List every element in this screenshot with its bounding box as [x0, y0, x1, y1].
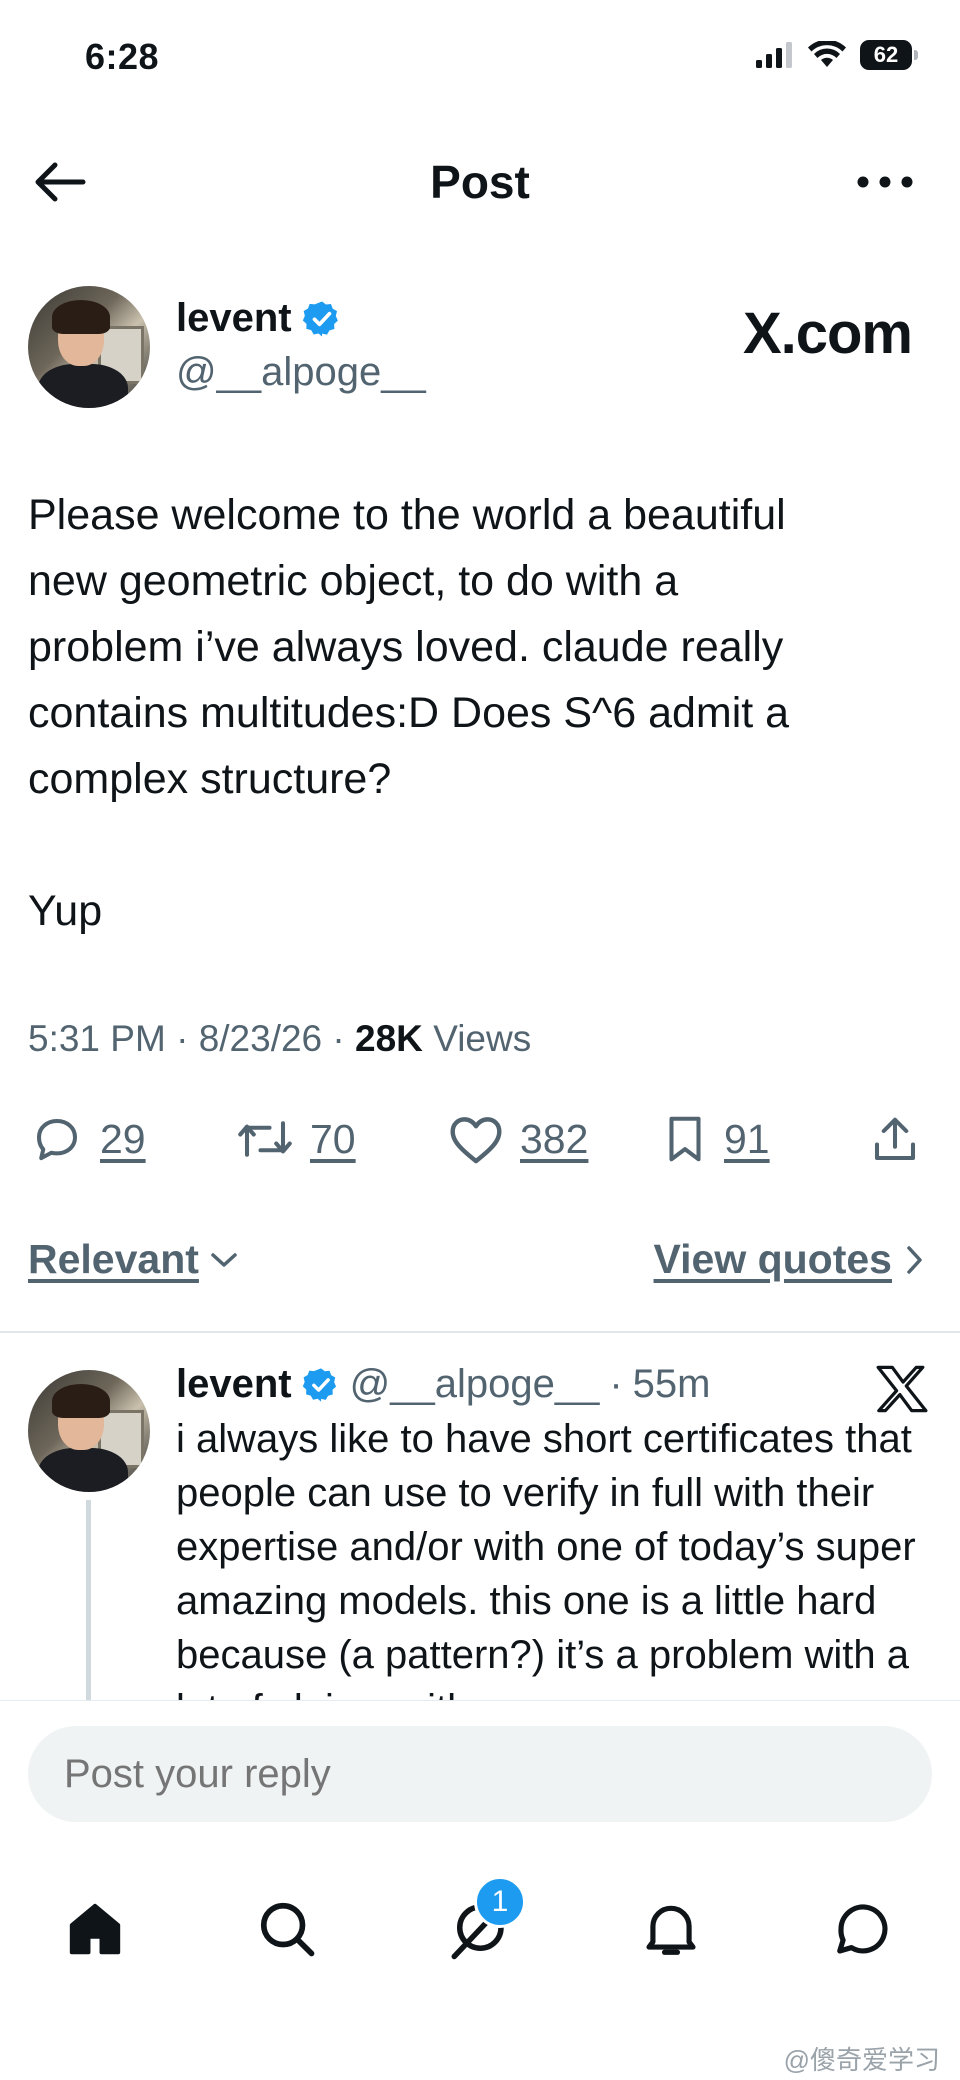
reply-icon — [36, 1118, 78, 1161]
home-icon — [69, 1903, 121, 1955]
post-meta: 5:31 PM · 8/23/26 · 28K Views — [28, 1018, 531, 1060]
more-icon — [857, 176, 913, 188]
reply-button[interactable]: 29 — [28, 1112, 146, 1166]
reply-count[interactable]: 29 — [100, 1116, 146, 1163]
reply-author-handle[interactable]: @__alpoge__ — [350, 1362, 600, 1407]
wifi-icon — [808, 41, 846, 67]
meta-separator: · — [332, 1018, 356, 1059]
meta-separator: · — [609, 1362, 623, 1406]
status-time: 6:28 — [85, 36, 160, 77]
reply-avatar[interactable] — [28, 1370, 150, 1492]
sort-label[interactable]: Relevant — [28, 1236, 199, 1283]
share-icon — [874, 1117, 916, 1161]
share-button[interactable] — [868, 1112, 922, 1168]
author-handle[interactable]: @__alpoge__ — [176, 350, 426, 395]
reply-age[interactable]: 55m — [633, 1362, 711, 1407]
reply-header[interactable]: levent @__alpoge__ · 55m — [176, 1362, 710, 1407]
divider — [0, 1331, 960, 1333]
x-logo-icon — [876, 1364, 928, 1419]
sort-dropdown[interactable]: Relevant — [28, 1236, 239, 1283]
post-time[interactable]: 5:31 PM — [28, 1018, 166, 1059]
bookmark-button[interactable]: 91 — [660, 1112, 770, 1166]
post-date[interactable]: 8/23/26 — [199, 1018, 322, 1059]
messages-badge: 1 — [474, 1876, 526, 1928]
views-label[interactable]: Views — [433, 1018, 531, 1059]
messages-icon — [837, 1904, 888, 1954]
nav-messages[interactable] — [818, 1884, 908, 1974]
nav-grok[interactable]: 1 — [434, 1876, 526, 1974]
xcom-watermark: X.com — [742, 301, 913, 366]
bell-icon — [646, 1905, 696, 1955]
author-name-row[interactable]: levent — [176, 296, 342, 341]
reply-input[interactable] — [28, 1726, 932, 1822]
views-count[interactable]: 28K — [355, 1018, 423, 1059]
search-icon — [260, 1902, 315, 1957]
back-arrow-icon — [35, 162, 86, 202]
bookmark-icon — [669, 1116, 701, 1162]
status-icons: 62 — [756, 40, 918, 70]
view-quotes-link[interactable]: View quotes — [654, 1236, 924, 1283]
like-button[interactable]: 382 — [446, 1112, 588, 1166]
chevron-right-icon — [907, 1245, 922, 1274]
author-name[interactable]: levent — [176, 296, 292, 341]
verified-icon — [302, 301, 338, 336]
chevron-down-icon — [211, 1252, 237, 1267]
nav-home[interactable] — [50, 1884, 140, 1974]
meta-separator: · — [176, 1018, 199, 1059]
battery-indicator: 62 — [860, 40, 918, 70]
repost-count[interactable]: 70 — [310, 1116, 356, 1163]
verified-icon — [302, 1367, 336, 1402]
avatar[interactable] — [28, 286, 150, 408]
post-text: Please welcome to the world a beautiful … — [28, 491, 790, 935]
page-title: Post — [430, 156, 530, 208]
nav-notifications[interactable] — [626, 1884, 716, 1974]
back-button[interactable] — [28, 150, 92, 214]
nav-search[interactable] — [242, 1884, 332, 1974]
like-count[interactable]: 382 — [520, 1116, 588, 1163]
reply-author-name[interactable]: levent — [176, 1362, 292, 1407]
signal-icon — [756, 42, 792, 68]
bookmark-count[interactable]: 91 — [724, 1116, 770, 1163]
repost-button[interactable]: 70 — [234, 1112, 356, 1166]
reply-text: i always like to have short certificates… — [176, 1417, 916, 1731]
watermark: @傻奇爱学习 — [783, 2045, 940, 2075]
repost-icon — [238, 1121, 292, 1157]
view-quotes-label[interactable]: View quotes — [654, 1236, 892, 1283]
thread-line — [86, 1500, 91, 1700]
more-button[interactable] — [850, 150, 920, 214]
like-icon — [450, 1117, 502, 1164]
